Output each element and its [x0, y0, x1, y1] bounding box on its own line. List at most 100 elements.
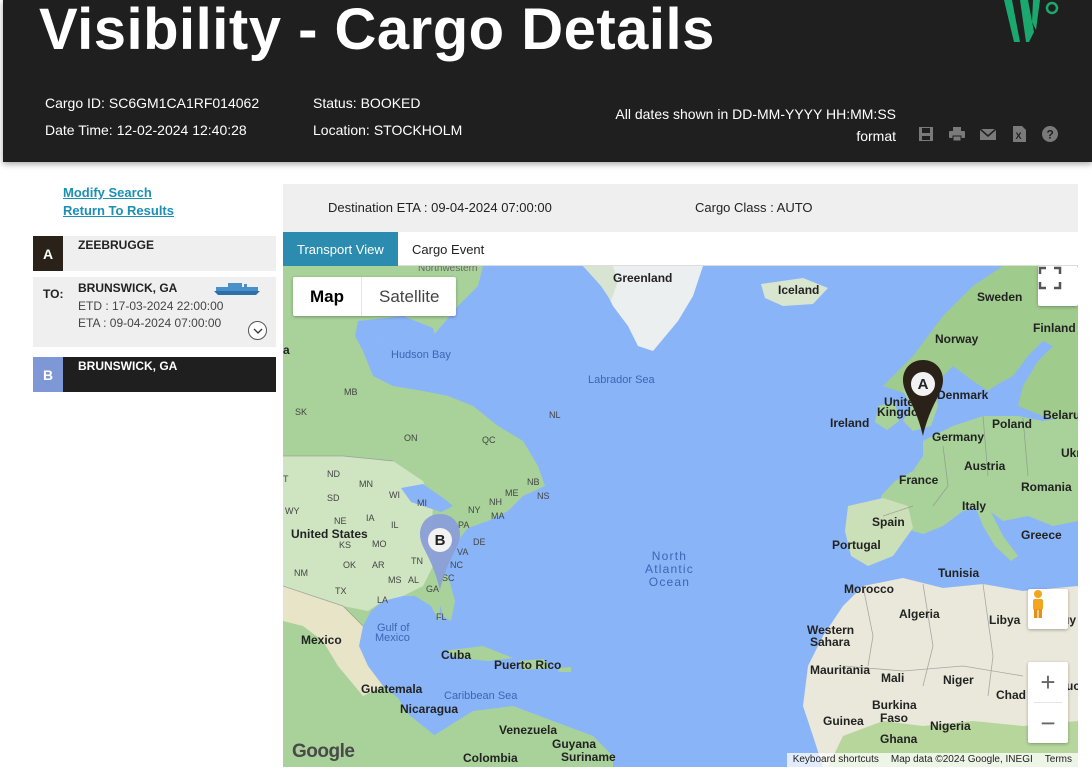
destination-pin: B [33, 357, 63, 392]
map-label: Sahara [810, 635, 851, 649]
map-label: AR [372, 560, 385, 570]
map-label: Nicaragua [400, 702, 459, 716]
date-time: Date Time: 12-02-2024 12:40:28 [45, 122, 247, 138]
map-label: QC [482, 435, 496, 445]
map-label: OK [343, 560, 357, 570]
map-type-map-button[interactable]: Map [293, 277, 362, 316]
map-label: ME [505, 488, 519, 498]
map-label: a [283, 343, 290, 357]
email-icon[interactable] [979, 125, 997, 143]
cargo-info-bar: Destination ETA : 09-04-2024 07:00:00 Ca… [283, 184, 1078, 232]
map-label: Northwestern [418, 266, 478, 274]
map-label: MI [417, 498, 427, 508]
destination-eta: Destination ETA : 09-04-2024 07:00:00 [328, 200, 552, 215]
map-label: MA [491, 511, 505, 521]
tab-cargo-event[interactable]: Cargo Event [398, 232, 498, 266]
map-label: Mexico [301, 633, 342, 647]
map-label: Sweden [977, 290, 1023, 304]
fullscreen-button[interactable] [1038, 266, 1078, 306]
route-segment[interactable]: TO: BRUNSWICK, GA ETD : 17-03-2024 22:00… [33, 277, 276, 347]
location-label: Location: [313, 122, 370, 138]
cargo-id-value: SC6GM1CA1RF014062 [108, 95, 260, 111]
map-label: Poland [992, 417, 1033, 431]
fullscreen-icon [1038, 266, 1062, 290]
marker-a-label: A [918, 376, 929, 393]
save-icon[interactable] [917, 125, 935, 143]
page-title: Visibility - Cargo Details [39, 0, 715, 62]
cargo-class: Cargo Class : AUTO [695, 200, 813, 215]
brand-logo [1004, 0, 1059, 42]
dates-note-line1: All dates shown in DD-MM-YYYY HH:MM:SS [615, 106, 896, 122]
street-view-button[interactable] [1028, 589, 1068, 629]
origin-name: ZEEBRUGGE [78, 238, 155, 252]
map-label: Hudson Bay [391, 349, 451, 361]
tab-transport-view[interactable]: Transport View [283, 232, 398, 266]
help-icon[interactable]: ? [1041, 125, 1059, 143]
svg-text:?: ? [1047, 128, 1054, 142]
map-label: Guyana [552, 737, 597, 751]
cargo-id: Cargo ID: SC6GM1CA1RF014062 [45, 95, 259, 111]
map-label: Caribbean Sea [444, 690, 518, 702]
map-label: Guinea [823, 714, 864, 728]
map-label: Tunisia [938, 566, 980, 580]
ship-icon [214, 283, 260, 295]
marker-b-icon[interactable]: B [418, 512, 462, 590]
expand-chevron-icon[interactable] [248, 321, 267, 340]
map-view[interactable]: Northwestern Greenland Iceland Sweden Fi… [283, 266, 1078, 767]
map-label: DE [473, 537, 486, 547]
map-label: Algeria [899, 607, 940, 621]
map-label: T [283, 474, 289, 484]
map-label: Cuba [441, 648, 471, 662]
map-label: Ghana [880, 732, 918, 746]
destination-leg[interactable]: B BRUNSWICK, GA [33, 357, 276, 392]
map-label: NM [294, 568, 308, 578]
modify-search-link[interactable]: Modify Search [63, 184, 276, 202]
route-panel: Modify Search Return To Results A ZEEBRU… [33, 184, 276, 392]
print-icon[interactable] [948, 125, 966, 143]
map-label: Faso [880, 711, 909, 725]
ocean-label-line3: Ocean [648, 575, 691, 589]
view-tabs: Transport View Cargo Event [283, 232, 1078, 266]
map-label: SD [327, 493, 340, 503]
map-label: Norway [935, 332, 979, 346]
map-label: NB [527, 477, 540, 487]
map-label: Portugal [832, 538, 881, 552]
marker-b-label: B [435, 532, 446, 549]
map-label: ND [327, 469, 340, 479]
map-label: MS [388, 575, 402, 585]
dates-note-line2: format [856, 128, 896, 144]
map-label: MO [372, 539, 387, 549]
status-label: Status: [313, 95, 357, 111]
map-label: Labrador Sea [588, 374, 655, 386]
zoom-out-button[interactable]: − [1028, 703, 1068, 743]
map-label: Austria [964, 459, 1006, 473]
map-label: NE [334, 516, 347, 526]
keyboard-shortcuts-link[interactable]: Keyboard shortcuts [787, 753, 885, 767]
map-type-satellite-button[interactable]: Satellite [362, 277, 456, 316]
map-attribution: Keyboard shortcuts Map data ©2024 Google… [786, 753, 1078, 767]
zoom-in-button[interactable]: + [1028, 662, 1068, 702]
origin-leg[interactable]: A ZEEBRUGGE [33, 236, 276, 271]
map-label: Venezuela [499, 723, 558, 737]
map-label: TX [335, 586, 347, 596]
map-label: KS [339, 540, 352, 550]
pegman-icon [1033, 590, 1043, 618]
map-label: Puerto Rico [494, 658, 562, 672]
header: Visibility - Cargo Details Cargo ID: SC6G… [3, 0, 1092, 162]
map-label: Mauritania [810, 663, 871, 677]
map-data-text: Map data ©2024 Google, INEGI [890, 754, 1033, 765]
excel-icon[interactable]: X [1010, 125, 1028, 143]
map-label: Libya [989, 613, 1021, 627]
map-label: Finland [1033, 321, 1076, 335]
marker-a-icon[interactable]: A [901, 358, 945, 436]
return-to-results-link[interactable]: Return To Results [63, 202, 276, 220]
google-logo[interactable]: Google [292, 741, 355, 763]
map-label: France [899, 473, 939, 487]
map-label: Ireland [830, 416, 870, 430]
map-label: Greece [1021, 528, 1062, 542]
location-value: STOCKHOLM [373, 122, 463, 138]
segment-etd: ETD : 17-03-2024 22:00:00 [78, 299, 224, 313]
map-label: Italy [962, 499, 987, 513]
segment-eta: ETA : 09-04-2024 07:00:00 [78, 316, 222, 330]
terms-link[interactable]: Terms [1039, 753, 1078, 767]
